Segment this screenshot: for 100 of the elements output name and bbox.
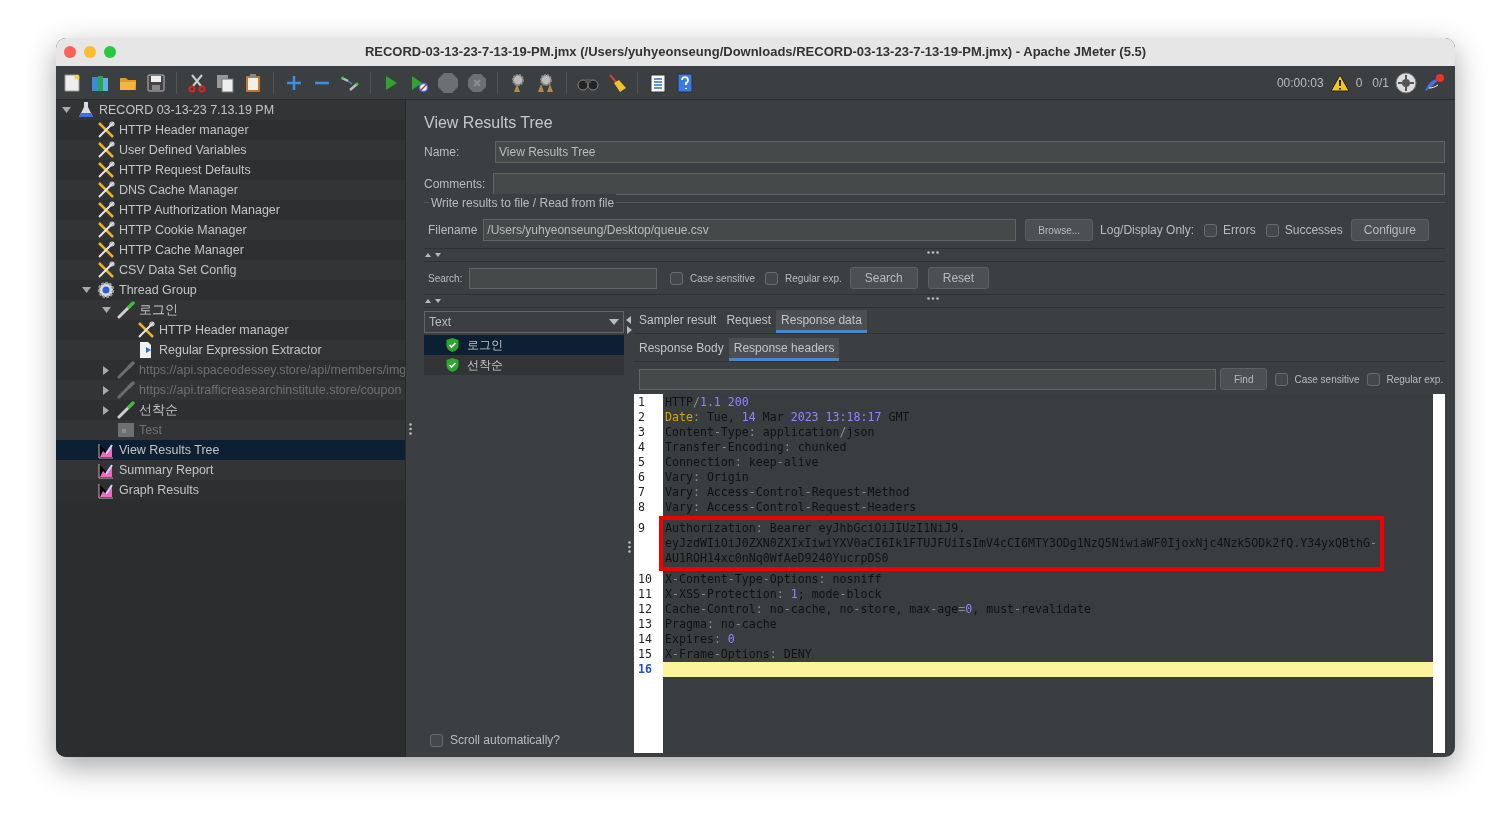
renderer-dropdown[interactable]: Text (424, 311, 624, 333)
line-number: 13 (637, 617, 653, 632)
splitter-arrows-icon[interactable] (424, 251, 442, 259)
gear-brooms-icon[interactable] (536, 72, 556, 93)
line-number: 9 (637, 521, 646, 537)
search-button[interactable]: Search (849, 267, 918, 289)
splitter-handle-icon[interactable] (927, 297, 939, 300)
line-number: 2 (637, 410, 646, 425)
save-icon[interactable] (146, 72, 166, 93)
comments-label: Comments: (424, 176, 487, 193)
line-number: 11 (637, 587, 653, 602)
dropdown-caret-icon (609, 319, 619, 325)
splitter-arrows-icon[interactable] (424, 297, 442, 305)
feather-icon[interactable] (1423, 72, 1445, 93)
expand-right-icon[interactable] (626, 326, 632, 334)
checkbox[interactable] (1275, 372, 1289, 386)
tree-item[interactable]: RECORD 03-13-23 7.13.19 PM (56, 100, 405, 120)
broom-icon[interactable] (607, 72, 627, 93)
find-field[interactable] (639, 368, 1216, 390)
wrench-scissors-icon (97, 261, 115, 279)
wrench-scissors-icon (137, 321, 155, 339)
checkbox-label: Successes (1284, 222, 1343, 239)
tab[interactable]: Response data (776, 310, 867, 333)
remote-icon[interactable] (1395, 71, 1417, 94)
wrench-scissors-icon (97, 141, 115, 159)
find-button[interactable]: Find (1220, 368, 1268, 390)
line-number: 8 (637, 500, 646, 515)
name-field[interactable]: View Results Tree (495, 141, 1445, 163)
graph-icon (97, 461, 115, 479)
shutdown-icon[interactable] (467, 72, 487, 93)
tab[interactable]: Response headers (728, 338, 840, 361)
checkbox-label: Regular exp. (1386, 372, 1444, 387)
scissors-icon[interactable] (187, 72, 207, 93)
tree-item[interactable]: CSV Data Set Config (56, 260, 405, 280)
elapsed-time: 00:00:03 (1276, 74, 1324, 92)
collapse-caret-icon[interactable] (101, 307, 111, 313)
clipboard-icon[interactable] (243, 72, 263, 93)
checkbox-label: Scroll automatically? (450, 732, 561, 749)
filename-field[interactable]: /Users/yuhyeonseung/Desktop/queue.csv (483, 219, 1017, 241)
new-file-icon[interactable] (62, 72, 82, 93)
splitter-handle-icon[interactable] (409, 422, 412, 435)
checkbox-label: Case sensitive (1294, 372, 1360, 387)
wrench-scissors-icon (97, 181, 115, 199)
splitter-handle-icon[interactable] (927, 251, 939, 254)
result-item[interactable]: 선착순 (424, 355, 624, 375)
shield-check-icon (446, 358, 459, 372)
tree-item[interactable]: DNS Cache Manager (56, 180, 405, 200)
help-icon[interactable] (676, 72, 694, 93)
warning-icon[interactable] (1329, 73, 1350, 92)
tree-item[interactable]: View Results Tree (56, 440, 405, 460)
splitter-handle-icon[interactable] (627, 540, 631, 553)
line-number: 4 (637, 440, 646, 455)
checkbox-label: Errors (1223, 222, 1256, 239)
flask-icon (77, 101, 95, 119)
panel-title: View Results Tree (424, 114, 553, 131)
tree-item[interactable]: Regular Expression Extractor (56, 340, 405, 360)
wrench-scissors-icon (97, 201, 115, 219)
checkbox[interactable] (430, 733, 443, 747)
pipette-icon (117, 301, 135, 319)
tree-item[interactable]: User Defined Variables (56, 140, 405, 160)
checkbox[interactable] (1367, 372, 1381, 386)
checkbox[interactable] (670, 271, 683, 285)
reset-button[interactable]: Reset (927, 267, 990, 289)
graph-icon (97, 481, 115, 499)
checkbox[interactable] (1204, 223, 1218, 237)
configure-button[interactable]: Configure (1350, 219, 1429, 241)
copy-icon[interactable] (215, 72, 235, 93)
line-number: 7 (637, 485, 646, 500)
tab[interactable]: Response Body (634, 338, 729, 361)
line-number: 16 (637, 662, 653, 677)
wrench-scissors-icon (97, 241, 115, 259)
line-number: 5 (637, 455, 646, 470)
line-number: 15 (637, 647, 653, 662)
window-title: RECORD-03-13-23-7-13-19-PM.jmx (/Users/yuhyeonseung/Downloads/RECORD-03-13-23-7-13-19-PM.jmx) - Apache JMeter (5.5) (364, 43, 1147, 62)
checkbox[interactable] (1265, 223, 1279, 237)
log-display-label: Log/Display Only: (1100, 222, 1195, 239)
tree-item[interactable]: Summary Report (56, 460, 405, 480)
search-label: Search: (428, 271, 464, 286)
tree-item[interactable]: 로그인 (56, 300, 405, 320)
tab[interactable]: Sampler result (634, 310, 722, 333)
tree-item[interactable]: HTTP Cookie Manager (56, 220, 405, 240)
line-number: 3 (637, 425, 646, 440)
name-label: Name: (424, 144, 461, 161)
list-icon[interactable] (648, 72, 668, 93)
checkbox-label: Regular exp. (785, 271, 842, 286)
wrench-scissors-icon (97, 161, 115, 179)
line-number: 6 (637, 470, 646, 485)
browse-button[interactable]: Browse... (1025, 219, 1094, 241)
pipette-icon (117, 361, 135, 379)
result-item[interactable]: 로그인 (424, 335, 624, 355)
collapse-left-icon[interactable] (626, 316, 632, 324)
line-number: 12 (637, 602, 653, 617)
search-field[interactable] (469, 267, 657, 289)
collapse-caret-icon[interactable] (81, 287, 91, 293)
checkbox[interactable] (765, 271, 779, 285)
collapse-caret-icon[interactable] (61, 107, 71, 113)
pipette-icon (117, 401, 135, 419)
tab[interactable]: Request (721, 310, 777, 333)
comments-field[interactable] (493, 173, 1445, 195)
wrench-scissors-icon (97, 121, 115, 139)
